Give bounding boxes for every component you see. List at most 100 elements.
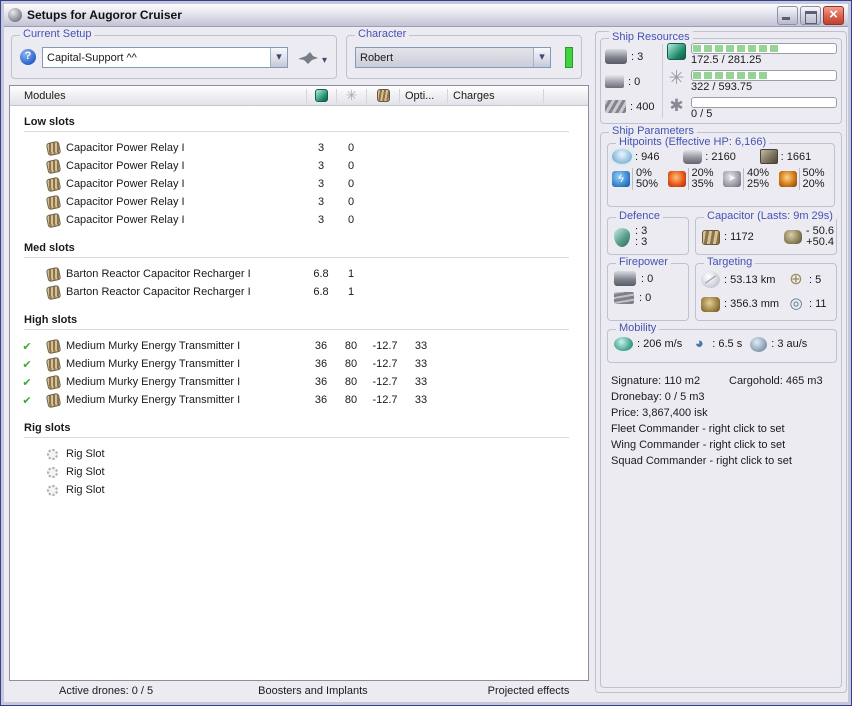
- module-row[interactable]: Rig Slot: [10, 481, 588, 499]
- slot-group-header: High slots: [24, 314, 569, 330]
- cpu-icon: [667, 43, 686, 60]
- client-area: Current Setup Capital-Support ^^ Charact…: [4, 27, 848, 702]
- column-charges[interactable]: Charges: [447, 88, 543, 103]
- module-icon: [45, 140, 62, 156]
- cargohold-value: Cargohold: 465 m3: [729, 375, 823, 387]
- capacitor-icon: [376, 89, 390, 102]
- modules-list-header: Modules Opti... Charges: [10, 86, 588, 106]
- module-stat: 80: [344, 376, 358, 388]
- module-icon: [45, 374, 62, 390]
- column-capacitor[interactable]: [366, 88, 399, 103]
- align-time-value: : 6.5 s: [712, 338, 743, 350]
- resource-bars-column: 172.5 / 281.25 322 / 593.75: [667, 43, 837, 124]
- module-icon: [45, 176, 62, 192]
- app-window: Setups for Augoror Cruiser Current Setup…: [0, 0, 852, 706]
- module-name: Medium Murky Energy Transmitter I: [66, 394, 241, 406]
- module-stat: -12.7: [372, 340, 398, 352]
- fleet-commander-setting[interactable]: Fleet Commander - right click to set: [611, 421, 837, 437]
- module-stat: 80: [344, 394, 358, 406]
- module-icon: [45, 392, 62, 408]
- app-icon: [8, 8, 22, 22]
- launcher-hardpoints-value: : 0: [628, 75, 641, 88]
- module-row[interactable]: Medium Murky Energy Transmitter I 36 80 -12…: [10, 391, 588, 409]
- defence-shield-icon: [614, 227, 630, 247]
- current-setup-label: Current Setup: [20, 28, 95, 40]
- character-combobox-value: Robert: [360, 51, 394, 64]
- max-velocity-icon: [614, 337, 633, 351]
- help-icon[interactable]: [20, 49, 36, 65]
- maximize-button[interactable]: [800, 5, 821, 25]
- projected-effects-label[interactable]: Projected effects: [488, 685, 570, 697]
- wing-commander-setting[interactable]: Wing Commander - right click to set: [611, 437, 837, 453]
- setup-combobox[interactable]: Capital-Support ^^: [42, 47, 288, 68]
- chevron-down-icon[interactable]: [533, 48, 550, 67]
- targeting-range-icon: [701, 271, 720, 288]
- boosters-implants-label[interactable]: Boosters and Implants: [258, 685, 367, 697]
- module-row[interactable]: Capacitor Power Relay I 3 0: [10, 193, 588, 211]
- module-row[interactable]: Capacitor Power Relay I 3 0: [10, 175, 588, 193]
- close-button[interactable]: [823, 5, 844, 25]
- setup-combobox-value: Capital-Support ^^: [47, 51, 137, 64]
- module-row[interactable]: Medium Murky Energy Transmitter I 36 80 -12…: [10, 337, 588, 355]
- signature-value: Signature: 110 m2: [611, 375, 701, 387]
- module-row[interactable]: Capacitor Power Relay I 3 0: [10, 157, 588, 175]
- module-stat: 3: [317, 160, 325, 172]
- chevron-down-icon[interactable]: [270, 48, 287, 67]
- ship-menu-button[interactable]: [296, 46, 334, 70]
- active-drones-label[interactable]: Active drones: 0 / 5: [59, 685, 153, 697]
- module-row[interactable]: Capacitor Power Relay I 3 0: [10, 211, 588, 229]
- module-icon: [45, 212, 62, 228]
- powergrid-icon: [346, 89, 358, 102]
- em-resist-icon: [612, 171, 630, 187]
- cpu-usage-value: 172.5 / 281.25: [691, 54, 762, 66]
- slot-section: Low slots Capacitor Power Relay I 3 0 Capaci…: [10, 116, 588, 229]
- squad-commander-setting[interactable]: Squad Commander - right click to set: [611, 453, 837, 469]
- column-optimal[interactable]: Opti...: [399, 88, 447, 103]
- window-title: Setups for Augoror Cruiser: [27, 8, 182, 22]
- column-cpu[interactable]: [306, 88, 336, 103]
- shield-icon: [612, 149, 632, 164]
- column-modules[interactable]: Modules: [10, 89, 306, 103]
- max-velocity-value: : 206 m/s: [637, 338, 683, 350]
- module-row[interactable]: Capacitor Power Relay I 3 0: [10, 139, 588, 157]
- module-name: Capacitor Power Relay I: [66, 142, 185, 154]
- shield-hp-value: : 946: [635, 150, 660, 163]
- defence-value-2: : 3: [635, 236, 648, 248]
- module-row[interactable]: Rig Slot: [10, 463, 588, 481]
- module-name: Barton Reactor Capacitor Recharger I: [66, 268, 251, 280]
- missile-dps-icon: [614, 292, 634, 304]
- ship-resources-label: Ship Resources: [609, 31, 693, 43]
- module-row[interactable]: Barton Reactor Capacitor Recharger I 6.8 1: [10, 283, 588, 301]
- mobility-group: Mobility : 206 m/s : 6.5 s : 3 au/s: [607, 322, 837, 363]
- column-powergrid[interactable]: [336, 88, 366, 103]
- module-icon: [45, 266, 62, 282]
- max-targets-icon: [787, 272, 805, 288]
- module-stat: 80: [344, 358, 358, 370]
- module-icon: [45, 284, 62, 300]
- module-row[interactable]: Rig Slot: [10, 445, 588, 463]
- module-row[interactable]: Medium Murky Energy Transmitter I 36 80 -12…: [10, 373, 588, 391]
- cpu-bar: [691, 43, 837, 54]
- minimize-button[interactable]: [777, 5, 798, 25]
- turret-dps-value: : 0: [641, 272, 654, 285]
- module-row[interactable]: Barton Reactor Capacitor Recharger I 6.8 1: [10, 265, 588, 283]
- module-stat: 36: [314, 376, 328, 388]
- defence-group: Defence : 3 : 3: [607, 210, 689, 255]
- module-row[interactable]: Medium Murky Energy Transmitter I 36 80 -12…: [10, 355, 588, 373]
- character-group: Character Robert: [346, 28, 582, 79]
- drone-icon: [667, 97, 686, 114]
- warp-speed-value: : 3 au/s: [771, 338, 808, 350]
- character-skills-status-indicator: [565, 47, 573, 68]
- ship-resources-group: Ship Resources : 3 : 0 : 400 172.5 / 281…: [600, 31, 842, 124]
- character-combobox[interactable]: Robert: [355, 47, 551, 68]
- stats-panel: Ship Resources : 3 : 0 : 400 172.5 / 281…: [595, 31, 847, 693]
- module-name: Capacitor Power Relay I: [66, 196, 185, 208]
- firepower-label: Firepower: [616, 256, 671, 268]
- module-name: Medium Murky Energy Transmitter I: [66, 376, 241, 388]
- module-stat: 33: [414, 394, 428, 406]
- modules-list[interactable]: Modules Opti... Charges Low slots Capacit…: [9, 85, 589, 681]
- module-name: Barton Reactor Capacitor Recharger I: [66, 286, 251, 298]
- title-bar[interactable]: Setups for Augoror Cruiser: [4, 4, 848, 27]
- capacitor-amount-value: : 1172: [724, 231, 754, 243]
- module-stat: 33: [414, 340, 428, 352]
